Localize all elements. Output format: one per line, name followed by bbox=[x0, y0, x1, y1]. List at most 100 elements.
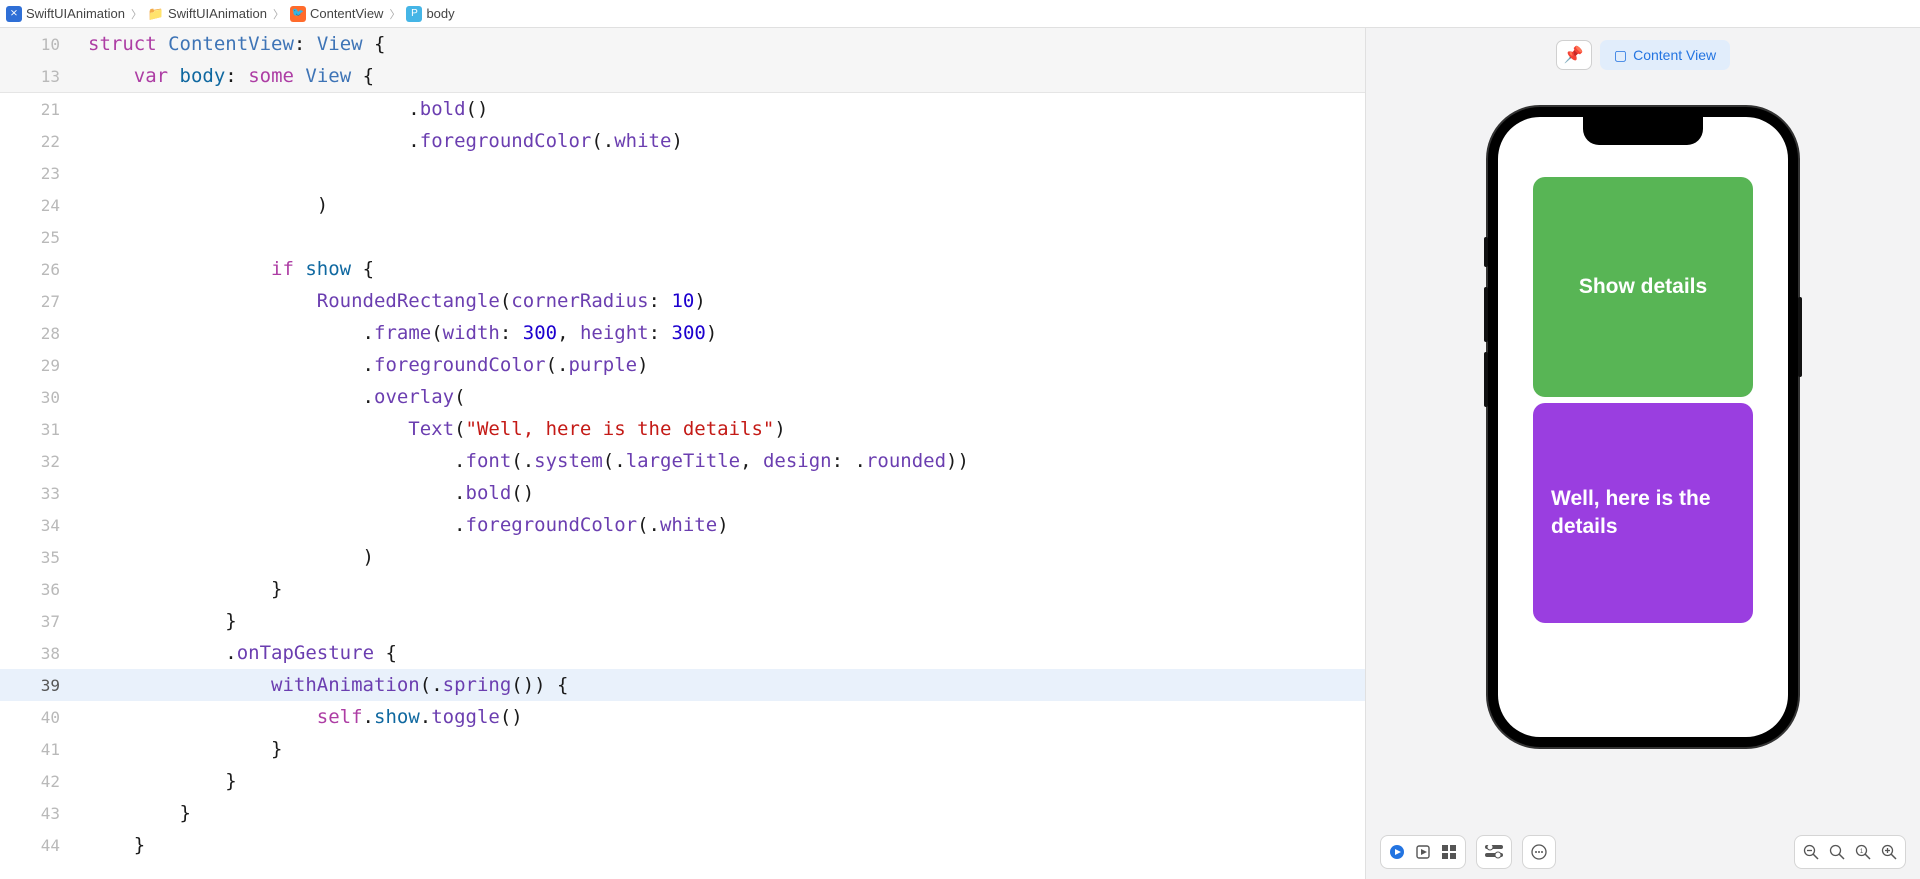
preview-options-button[interactable] bbox=[1522, 835, 1556, 869]
chevron-right-icon: 〉 bbox=[387, 6, 402, 22]
code-line[interactable]: 23 bbox=[0, 157, 1365, 189]
zoom-actual-button[interactable]: 1 bbox=[1855, 844, 1871, 860]
code-line[interactable]: 44 } bbox=[0, 829, 1365, 861]
code-line[interactable]: 39 withAnimation(.spring()) { bbox=[0, 669, 1365, 701]
notch bbox=[1583, 117, 1703, 145]
code-line[interactable]: 42 } bbox=[0, 765, 1365, 797]
code-line[interactable]: 34 .foregroundColor(.white) bbox=[0, 509, 1365, 541]
code-line[interactable]: 26 if show { bbox=[0, 253, 1365, 285]
breadcrumb-folder[interactable]: SwiftUIAnimation bbox=[168, 6, 267, 21]
preview-toolbar: 1 bbox=[1366, 825, 1920, 879]
breadcrumb-symbol[interactable]: body bbox=[426, 6, 454, 21]
main-split: 10 struct ContentView: View { 13 var body:… bbox=[0, 28, 1920, 879]
code-line[interactable]: 28 .frame(width: 300, height: 300) bbox=[0, 317, 1365, 349]
device-settings-icon bbox=[1485, 845, 1503, 859]
line-number: 24 bbox=[0, 196, 72, 215]
svg-text:1: 1 bbox=[1860, 849, 1864, 855]
preview-selector-button[interactable]: ▢ Content View bbox=[1600, 40, 1730, 70]
code-editor[interactable]: 10 struct ContentView: View { 13 var body:… bbox=[0, 28, 1365, 879]
purple-card[interactable]: Well, here is the details bbox=[1533, 403, 1753, 623]
zoom-out-button[interactable] bbox=[1803, 844, 1819, 860]
line-number: 35 bbox=[0, 548, 72, 567]
sticky-header: 10 struct ContentView: View { 13 var body:… bbox=[0, 28, 1365, 93]
zoom-fit-button[interactable] bbox=[1829, 844, 1845, 860]
line-number: 37 bbox=[0, 612, 72, 631]
zoom-in-button[interactable] bbox=[1881, 844, 1897, 860]
code-text: var body: some View { bbox=[78, 65, 374, 87]
iphone-screen[interactable]: Show details Well, here is the details bbox=[1498, 117, 1788, 737]
variants-preview-button[interactable] bbox=[1441, 844, 1457, 860]
code-line[interactable]: 35 ) bbox=[0, 541, 1365, 573]
code-line[interactable]: 37 } bbox=[0, 605, 1365, 637]
code-text: self.show.toggle() bbox=[78, 706, 523, 728]
breadcrumb: ⨯ SwiftUIAnimation 〉 📁 SwiftUIAnimation … bbox=[0, 0, 1920, 28]
line-number: 43 bbox=[0, 804, 72, 823]
line-number: 30 bbox=[0, 388, 72, 407]
code-text: ) bbox=[78, 194, 328, 216]
code-line[interactable]: 13 var body: some View { bbox=[0, 60, 1365, 92]
green-card-label: Show details bbox=[1579, 275, 1707, 299]
code-text: .onTapGesture { bbox=[78, 642, 397, 664]
volume-down bbox=[1484, 352, 1488, 407]
power-button bbox=[1798, 297, 1802, 377]
code-body[interactable]: 21 .bold()22 .foregroundColor(.white)232… bbox=[0, 93, 1365, 879]
zoom-group: 1 bbox=[1794, 835, 1906, 869]
pin-icon: 📌 bbox=[1564, 45, 1584, 65]
line-number: 36 bbox=[0, 580, 72, 599]
line-number: 40 bbox=[0, 708, 72, 727]
code-line[interactable]: 36 } bbox=[0, 573, 1365, 605]
preview-name-label: Content View bbox=[1633, 47, 1716, 63]
line-number: 28 bbox=[0, 324, 72, 343]
line-number: 13 bbox=[0, 67, 72, 86]
preview-top-bar: 📌 ▢ Content View bbox=[1366, 40, 1920, 70]
code-line[interactable]: 41 } bbox=[0, 733, 1365, 765]
code-text: .font(.system(.largeTitle, design: .roun… bbox=[78, 450, 969, 472]
code-line[interactable]: 38 .onTapGesture { bbox=[0, 637, 1365, 669]
code-line[interactable]: 32 .font(.system(.largeTitle, design: .r… bbox=[0, 445, 1365, 477]
code-line[interactable]: 25 bbox=[0, 221, 1365, 253]
code-line[interactable]: 21 .bold() bbox=[0, 93, 1365, 125]
code-line[interactable]: 29 .foregroundColor(.purple) bbox=[0, 349, 1365, 381]
code-text: } bbox=[78, 770, 237, 792]
line-number: 29 bbox=[0, 356, 72, 375]
breadcrumb-project[interactable]: SwiftUIAnimation bbox=[26, 6, 125, 21]
code-text: .foregroundColor(.white) bbox=[78, 514, 729, 536]
device-stage[interactable]: Show details Well, here is the details bbox=[1366, 28, 1920, 825]
preview-struct-icon: ▢ bbox=[1614, 47, 1627, 64]
chevron-right-icon: 〉 bbox=[271, 6, 286, 22]
circle-ellipsis-icon bbox=[1531, 844, 1547, 860]
code-text: struct ContentView: View { bbox=[78, 33, 385, 55]
code-line[interactable]: 22 .foregroundColor(.white) bbox=[0, 125, 1365, 157]
folder-icon: 📁 bbox=[148, 6, 164, 22]
line-number: 23 bbox=[0, 164, 72, 183]
purple-card-label: Well, here is the details bbox=[1551, 485, 1735, 540]
property-icon: P bbox=[406, 6, 422, 22]
line-number: 31 bbox=[0, 420, 72, 439]
line-number: 25 bbox=[0, 228, 72, 247]
code-text: RoundedRectangle(cornerRadius: 10) bbox=[78, 290, 706, 312]
code-line[interactable]: 10 struct ContentView: View { bbox=[0, 28, 1365, 60]
code-line[interactable]: 27 RoundedRectangle(cornerRadius: 10) bbox=[0, 285, 1365, 317]
code-text: .frame(width: 300, height: 300) bbox=[78, 322, 717, 344]
line-number: 21 bbox=[0, 100, 72, 119]
breadcrumb-file[interactable]: ContentView bbox=[310, 6, 383, 21]
pin-preview-button[interactable]: 📌 bbox=[1556, 40, 1592, 70]
live-preview-button[interactable] bbox=[1389, 844, 1405, 860]
code-line[interactable]: 24 ) bbox=[0, 189, 1365, 221]
volume-up bbox=[1484, 287, 1488, 342]
code-line[interactable]: 40 self.show.toggle() bbox=[0, 701, 1365, 733]
green-card[interactable]: Show details bbox=[1533, 177, 1753, 397]
line-number: 22 bbox=[0, 132, 72, 151]
code-text: } bbox=[78, 834, 145, 856]
code-line[interactable]: 43 } bbox=[0, 797, 1365, 829]
selectable-preview-button[interactable] bbox=[1415, 844, 1431, 860]
line-number: 10 bbox=[0, 35, 72, 54]
device-settings-button[interactable] bbox=[1476, 835, 1512, 869]
code-line[interactable]: 31 Text("Well, here is the details") bbox=[0, 413, 1365, 445]
mute-switch bbox=[1484, 237, 1488, 267]
code-text: } bbox=[78, 738, 282, 760]
code-line[interactable]: 30 .overlay( bbox=[0, 381, 1365, 413]
code-line[interactable]: 33 .bold() bbox=[0, 477, 1365, 509]
line-number: 42 bbox=[0, 772, 72, 791]
line-number: 44 bbox=[0, 836, 72, 855]
